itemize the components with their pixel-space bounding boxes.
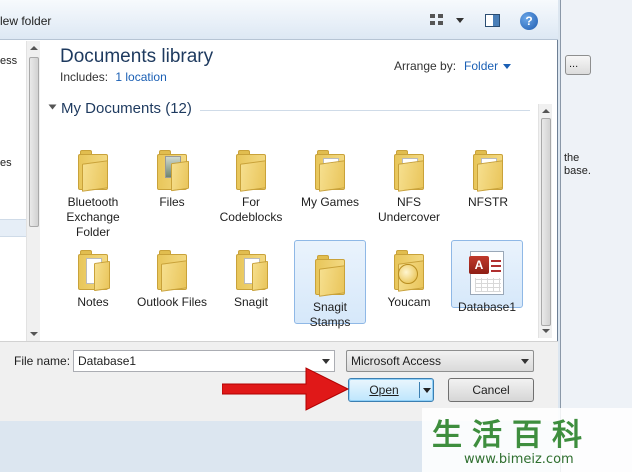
file-item-selected[interactable]: A Database1 — [451, 240, 523, 314]
nav-item[interactable]: ess — [0, 55, 17, 67]
views-dropdown-icon[interactable] — [456, 18, 464, 23]
group-title: My Documents (12) — [61, 100, 192, 117]
collapse-icon[interactable] — [48, 104, 57, 110]
open-button-label: Open — [369, 383, 399, 397]
file-item[interactable]: NFS Undercover — [373, 136, 445, 225]
file-item-label: Notes — [77, 295, 109, 309]
arrange-by: Arrange by: Folder — [394, 59, 512, 73]
file-item-label: NFS Undercover — [377, 195, 441, 224]
file-item-label: Snagit — [233, 295, 269, 309]
file-name-label: File name: — [14, 354, 71, 368]
folder-icon — [72, 240, 114, 292]
group-divider — [200, 110, 530, 111]
file-item[interactable]: Files — [136, 136, 208, 210]
library-title: Documents library — [60, 46, 214, 67]
views-icon[interactable] — [430, 14, 444, 26]
scroll-thumb[interactable] — [541, 118, 551, 326]
scroll-thumb[interactable] — [29, 57, 39, 227]
camera-icon — [398, 264, 418, 284]
file-item[interactable]: Notes — [57, 236, 129, 310]
folder-icon — [230, 140, 272, 192]
preview-pane-icon[interactable] — [485, 14, 500, 27]
scroll-down-icon[interactable] — [542, 329, 550, 333]
arrange-by-dropdown[interactable]: Folder — [464, 59, 498, 73]
cancel-button[interactable]: Cancel — [448, 378, 534, 402]
file-item[interactable]: NFSTR — [452, 136, 524, 210]
folder-icon — [230, 240, 272, 292]
includes-label: Includes: — [60, 70, 109, 84]
background-text: the base. — [564, 152, 591, 177]
file-item[interactable]: Outlook Files — [136, 236, 208, 310]
includes-location-link[interactable]: 1 location — [115, 70, 166, 84]
file-item-label: Youcam — [387, 295, 431, 309]
split-divider — [419, 382, 420, 398]
scroll-up-icon[interactable] — [30, 46, 38, 50]
folder-icon — [151, 240, 193, 292]
nav-scrollbar[interactable] — [26, 41, 40, 341]
open-file-dialog: lew folder ? ess es Documents library In… — [0, 0, 558, 421]
new-folder-button[interactable]: lew folder — [0, 14, 51, 28]
help-icon[interactable]: ? — [520, 12, 538, 30]
navigation-pane: ess es — [0, 41, 40, 341]
scroll-up-icon[interactable] — [542, 109, 550, 113]
content-scrollbar[interactable] — [538, 104, 552, 338]
chevron-down-icon[interactable] — [521, 359, 529, 364]
open-dropdown-icon[interactable] — [423, 388, 431, 393]
file-item-label: NFSTR — [468, 195, 508, 209]
file-item[interactable]: My Games — [294, 136, 366, 210]
file-item[interactable]: Youcam — [373, 236, 445, 310]
file-name-value: Database1 — [78, 354, 137, 368]
file-item-selected[interactable]: Snagit Stamps — [294, 240, 366, 329]
scroll-down-icon[interactable] — [30, 332, 38, 336]
watermark-url: www.bimeiz.com — [464, 452, 574, 467]
watermark: 生活百科 www.bimeiz.com — [422, 408, 632, 472]
folder-icon — [309, 140, 351, 192]
folder-icon — [388, 240, 430, 292]
toolbar: lew folder ? — [0, 0, 558, 40]
file-item-label: Database1 — [457, 300, 517, 314]
red-arrow-annotation — [222, 367, 350, 411]
file-item-label: Outlook Files — [136, 295, 208, 309]
file-item-label: Files — [159, 195, 185, 209]
chevron-down-icon[interactable] — [503, 64, 512, 69]
access-database-icon: A — [466, 245, 508, 297]
group-header[interactable]: My Documents (12) — [48, 100, 192, 117]
file-type-select[interactable]: Microsoft Access — [346, 350, 534, 372]
file-item-label: Snagit Stamps — [309, 300, 351, 329]
folder-icon — [388, 140, 430, 192]
file-type-value: Microsoft Access — [351, 354, 442, 368]
file-item[interactable]: Snagit — [215, 236, 287, 310]
file-item[interactable]: Bluetooth Exchange Folder — [57, 136, 129, 240]
folder-icon — [72, 140, 114, 192]
open-button[interactable]: Open — [348, 378, 434, 402]
background-browse-button[interactable]: ... — [565, 55, 591, 75]
file-item-label: My Games — [300, 195, 359, 209]
watermark-chinese: 生活百科 — [432, 418, 592, 453]
nav-item[interactable]: es — [0, 157, 12, 169]
library-includes: Includes: 1 location — [60, 70, 167, 84]
file-item-label: For Codeblocks — [219, 195, 283, 224]
file-item[interactable]: For Codeblocks — [215, 136, 287, 225]
folder-icon — [151, 140, 193, 192]
file-item-label: Bluetooth Exchange Folder — [66, 195, 120, 239]
folder-icon — [309, 245, 351, 297]
arrange-by-label: Arrange by: — [394, 59, 457, 73]
folder-icon — [467, 140, 509, 192]
nav-item-selected[interactable] — [0, 219, 26, 237]
